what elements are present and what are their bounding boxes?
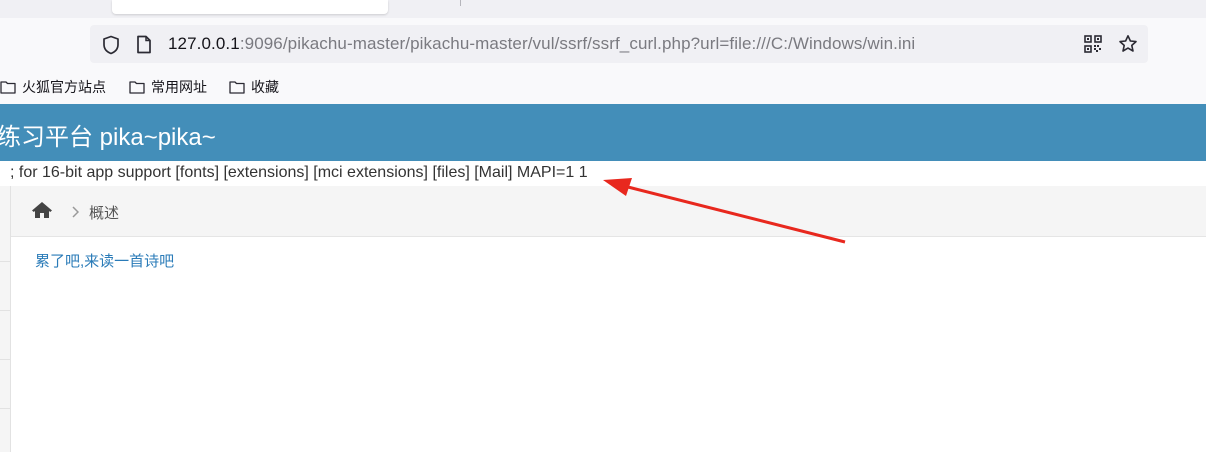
bookmark-label: 火狐官方站点 [22, 79, 106, 95]
chevron-right-icon [71, 205, 80, 223]
folder-icon [0, 81, 16, 94]
site-header: 练习平台 pika~pika~ [0, 104, 1206, 161]
tab-strip [0, 0, 1206, 18]
sidebar-divider [0, 310, 10, 311]
file-output-text: ; for 16-bit app support [fonts] [extens… [10, 164, 588, 181]
poem-link[interactable]: 累了吧,来读一首诗吧 [35, 250, 174, 271]
sidebar-divider [0, 261, 10, 262]
url-host: 127.0.0.1 [168, 34, 240, 53]
bookmark-item[interactable]: 收藏 [229, 77, 279, 97]
url-path: :9096/pikachu-master/pikachu-master/vul/… [239, 34, 916, 53]
tab-separator [460, 0, 461, 6]
bookmark-label: 常用网址 [151, 79, 207, 95]
address-bar[interactable]: 127.0.0.1:9096/pikachu-master/pikachu-ma… [90, 25, 1148, 63]
sidebar-divider [0, 359, 10, 360]
sidebar-divider [0, 408, 10, 409]
page-info-icon[interactable] [136, 35, 152, 59]
bookmark-label: 收藏 [251, 79, 279, 95]
bookmark-item[interactable]: 火狐官方站点 [0, 77, 106, 97]
tracking-shield-icon[interactable] [102, 35, 120, 60]
breadcrumb-current: 概述 [89, 205, 120, 222]
bookmark-star-icon[interactable] [1118, 34, 1138, 59]
bookmarks-toolbar: 火狐官方站点 常用网址 收藏 [0, 70, 1206, 104]
sidebar-rail [0, 186, 11, 452]
bookmark-item[interactable]: 常用网址 [129, 77, 207, 97]
folder-icon [129, 81, 145, 94]
breadcrumb: 概述 [11, 186, 1206, 237]
qr-code-icon[interactable] [1084, 35, 1102, 58]
url-text[interactable]: 127.0.0.1:9096/pikachu-master/pikachu-ma… [168, 34, 915, 54]
nav-bar: 127.0.0.1:9096/pikachu-master/pikachu-ma… [0, 18, 1206, 70]
active-tab[interactable] [112, 0, 388, 14]
folder-icon [229, 81, 245, 94]
home-icon[interactable] [31, 201, 53, 224]
site-brand[interactable]: 练习平台 pika~pika~ [0, 117, 216, 152]
